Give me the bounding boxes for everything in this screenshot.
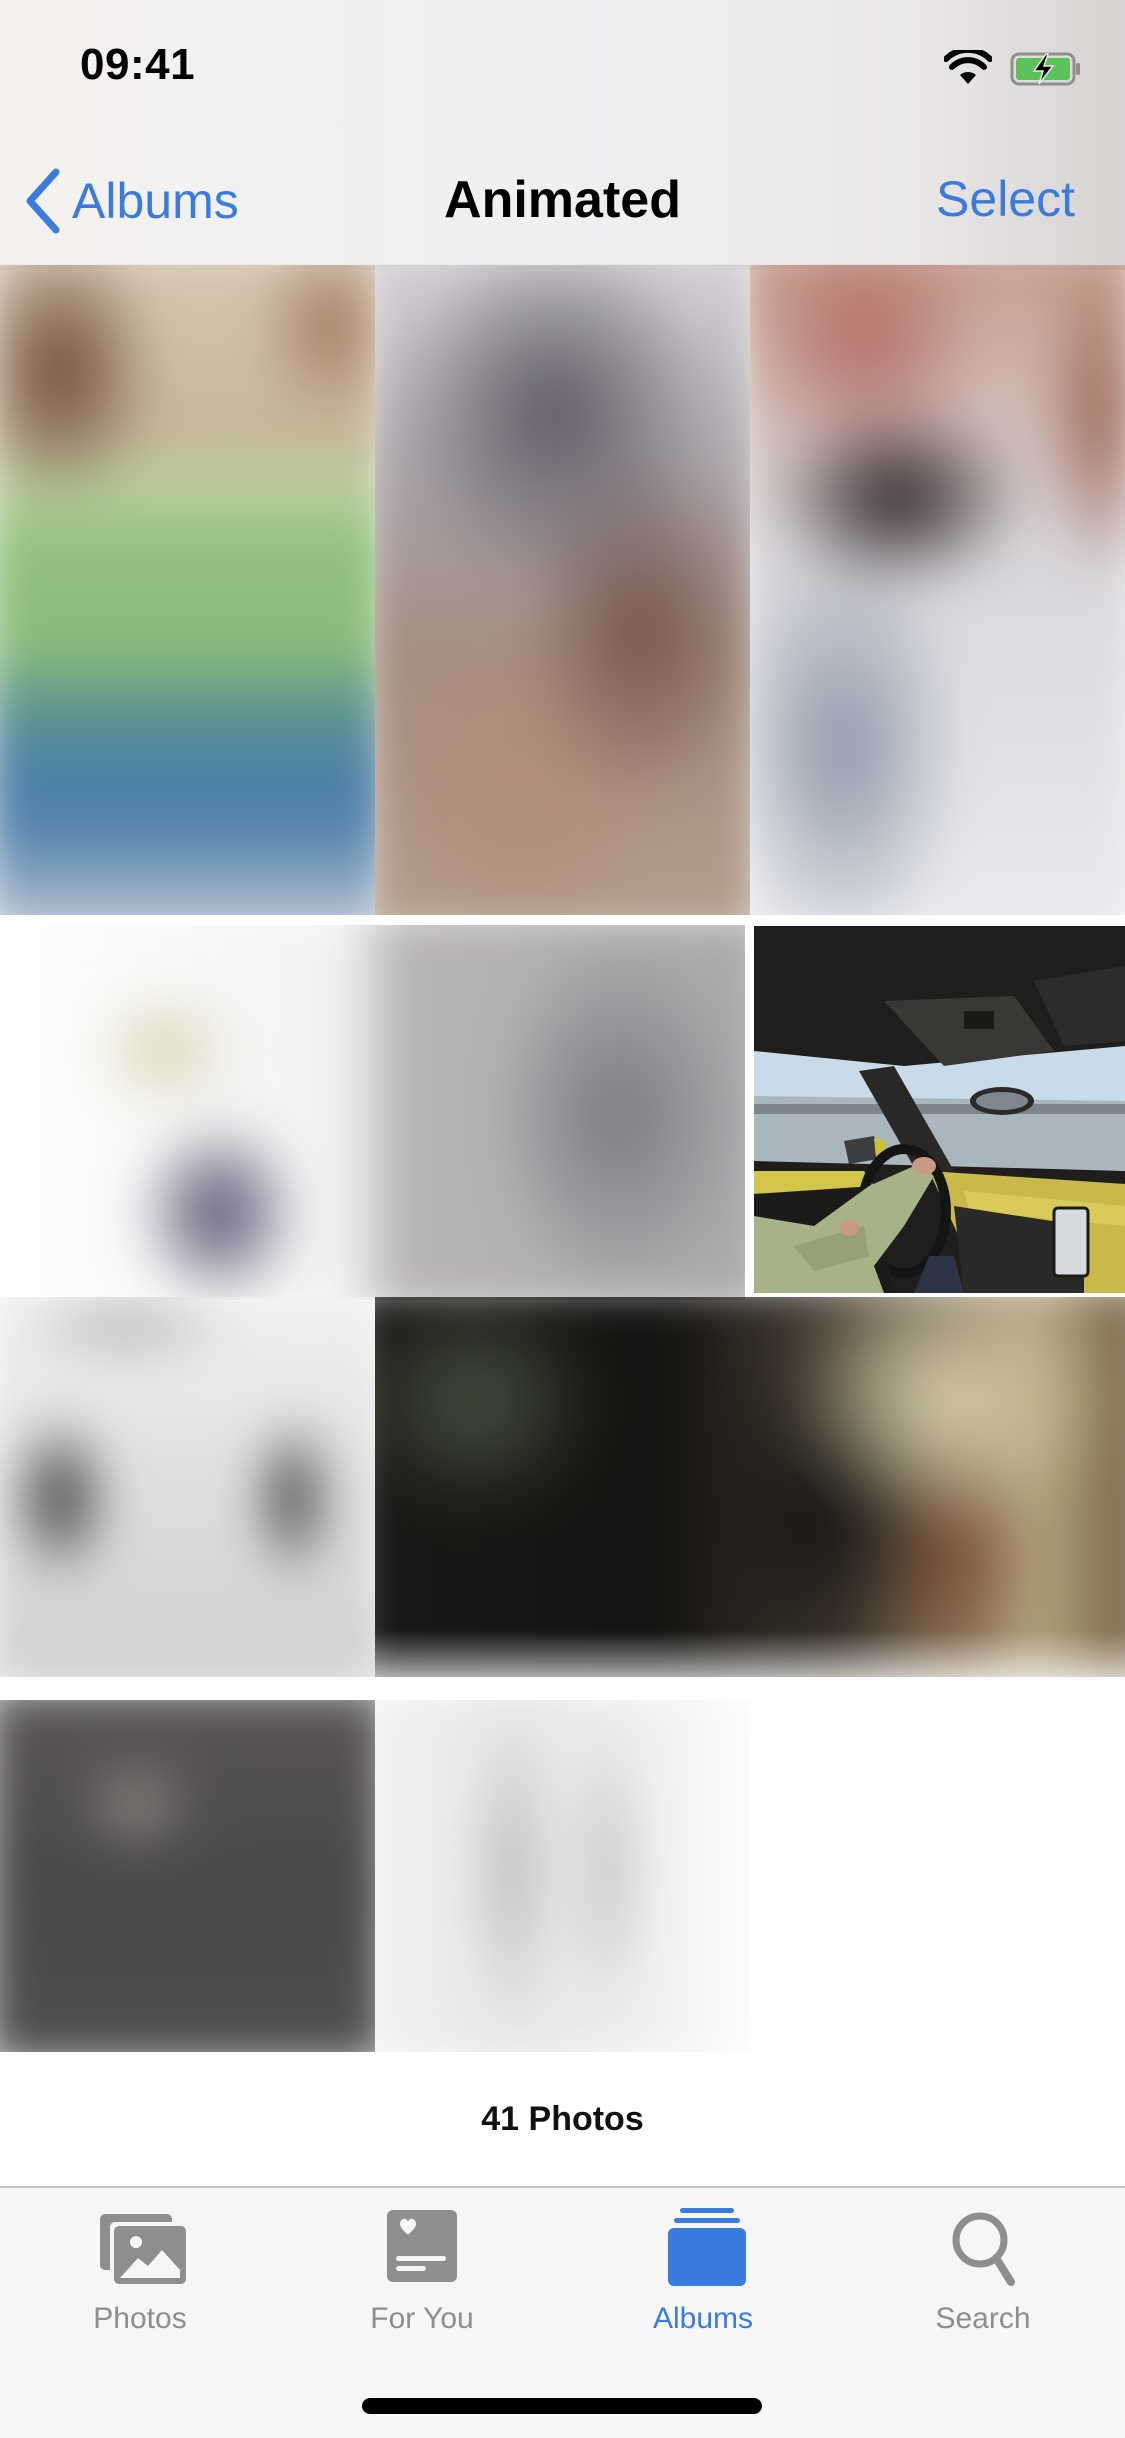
wifi-icon [944,50,992,84]
select-button[interactable]: Select [936,170,1075,228]
tab-albums[interactable]: Albums [603,2208,803,2348]
tab-label: Photos [93,2302,187,2335]
tab-label: Albums [652,2302,754,2335]
photo-thumbnail[interactable] [375,1700,750,2052]
tab-search[interactable]: Search [883,2208,1083,2348]
tab-label: Search [935,2302,1031,2335]
battery-charging-icon [1010,52,1080,86]
photo-thumbnail[interactable] [0,922,745,1300]
photo-thumbnail[interactable] [375,1297,1125,1677]
tab-for-you[interactable]: For You [322,2208,522,2348]
albums-icon [668,2208,746,2286]
highlighted-photo-thumbnail[interactable] [750,922,1125,1297]
home-indicator[interactable] [362,2398,762,2414]
photo-count: 41 Photos [0,2052,1125,2186]
car-interior-image [754,926,1125,1293]
photo-thumbnail[interactable] [375,265,750,915]
status-time: 09:41 [80,40,196,89]
photo-thumbnail[interactable] [750,265,1125,915]
photo-thumbnail[interactable] [0,1297,375,1677]
photo-thumbnail[interactable] [0,1700,375,2052]
photos-icon [100,2214,186,2284]
for-you-icon [387,2210,457,2282]
navigation-bar: 09:41 Albums Animated Select [0,0,1125,264]
tab-photos[interactable]: Photos [40,2208,240,2348]
tab-label: For You [370,2302,474,2335]
photo-thumbnail[interactable] [0,265,375,915]
search-icon [952,2212,1015,2286]
photo-grid [0,0,1125,2052]
